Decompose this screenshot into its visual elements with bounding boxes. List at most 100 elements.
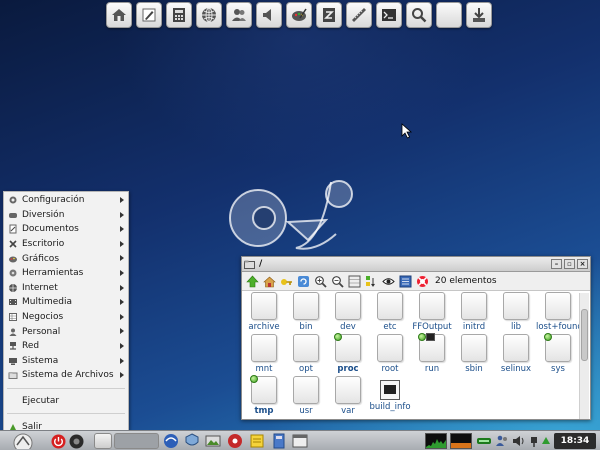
- menu-button[interactable]: [10, 433, 36, 449]
- file-item[interactable]: opt: [284, 334, 328, 374]
- menu-item-herramientas[interactable]: Herramientas: [4, 266, 128, 281]
- file-item[interactable]: dev: [326, 292, 370, 332]
- close-button[interactable]: ×: [577, 259, 588, 269]
- blank-launcher[interactable]: [436, 2, 462, 28]
- volume-launcher[interactable]: [256, 2, 282, 28]
- scrollbar-thumb[interactable]: [581, 309, 588, 361]
- menu-item-configuracion[interactable]: Configuración: [4, 193, 128, 208]
- menu-item-label: Herramientas: [22, 268, 84, 279]
- file-label: etc: [383, 322, 397, 332]
- mouse-cursor-icon: [401, 123, 413, 139]
- file-item[interactable]: archive: [242, 292, 286, 332]
- browser-task[interactable]: [162, 433, 180, 449]
- menu-item-red[interactable]: Red: [4, 339, 128, 354]
- minimize-button[interactable]: –: [551, 259, 562, 269]
- paint-launcher[interactable]: [286, 2, 312, 28]
- search-launcher[interactable]: [406, 2, 432, 28]
- file-item[interactable]: root: [368, 334, 412, 374]
- browser-launcher[interactable]: [196, 2, 222, 28]
- menu-item-label: Configuración: [22, 195, 85, 206]
- file-item[interactable]: lost+found: [536, 292, 583, 332]
- file-item[interactable]: bin: [284, 292, 328, 332]
- file-item[interactable]: mnt: [242, 334, 286, 374]
- menu-item-diversion[interactable]: Diversión: [4, 208, 128, 223]
- file-item[interactable]: tmp: [242, 375, 286, 416]
- file-item[interactable]: etc: [368, 292, 412, 332]
- zoom-out-icon[interactable]: [330, 274, 344, 288]
- desktop-pager-2[interactable]: [114, 433, 159, 449]
- terminal-launcher[interactable]: [376, 2, 402, 28]
- update-tray[interactable]: [541, 433, 551, 449]
- network-tray[interactable]: [476, 433, 492, 449]
- install-launcher[interactable]: [466, 2, 492, 28]
- home-launcher[interactable]: [106, 2, 132, 28]
- file-item[interactable]: selinux: [494, 334, 538, 374]
- submenu-arrow-icon: [120, 328, 124, 335]
- file-item[interactable]: initrd: [452, 292, 496, 332]
- zeditor-launcher[interactable]: [316, 2, 342, 28]
- file-item[interactable]: proc: [326, 333, 370, 374]
- cpu-monitor[interactable]: [425, 433, 447, 449]
- submenu-arrow-icon: [120, 255, 124, 262]
- menu-item-escritorio[interactable]: Escritorio: [4, 237, 128, 252]
- calculator-icon: [273, 433, 285, 449]
- list-view-icon[interactable]: [398, 274, 412, 288]
- menu-item-personal[interactable]: Personal: [4, 324, 128, 339]
- sort-icon[interactable]: [364, 274, 378, 288]
- menu-item-label: Multimedia: [22, 297, 73, 308]
- desktop-pager-1[interactable]: [94, 433, 112, 449]
- help-lifebuoy-icon[interactable]: [415, 274, 429, 288]
- file-item[interactable]: sys: [536, 333, 580, 374]
- menu-item-label: Sistema: [22, 355, 59, 366]
- lock-button[interactable]: [68, 433, 84, 449]
- cpu-graph-icon: [426, 439, 446, 448]
- menu-item-ejecutar[interactable]: Ejecutar: [4, 394, 128, 409]
- app-task-6[interactable]: [270, 433, 288, 449]
- menu-item-sistema-de-archivos[interactable]: Sistema de Archivos: [4, 368, 128, 383]
- tools-icon: [8, 268, 18, 278]
- clock[interactable]: 18:34: [554, 433, 596, 449]
- file-item[interactable]: FFOutput: [410, 292, 454, 332]
- file-item[interactable]: sbin: [452, 334, 496, 374]
- menu-item-multimedia[interactable]: Multimedia: [4, 295, 128, 310]
- submenu-arrow-icon: [120, 197, 124, 203]
- app-task-4[interactable]: [226, 433, 244, 449]
- grid-view-icon[interactable]: [347, 274, 361, 288]
- refresh-icon[interactable]: [296, 274, 310, 288]
- menu-item-internet[interactable]: Internet: [4, 281, 128, 296]
- zoom-in-icon[interactable]: [313, 274, 327, 288]
- app-task-3[interactable]: [204, 433, 222, 449]
- draw-launcher[interactable]: [346, 2, 372, 28]
- power-tray[interactable]: [529, 433, 539, 449]
- memory-graph-icon: [451, 443, 471, 448]
- eye-icon[interactable]: [381, 274, 395, 288]
- calculator-launcher[interactable]: [166, 2, 192, 28]
- contacts-launcher[interactable]: [226, 2, 252, 28]
- file-item[interactable]: var: [326, 376, 370, 416]
- menu-item-graficos[interactable]: Gráficos: [4, 251, 128, 266]
- menu-item-documentos[interactable]: Documentos: [4, 222, 128, 237]
- file-item[interactable]: run: [410, 333, 454, 374]
- app-task-2[interactable]: [183, 433, 201, 449]
- bookmarks-icon[interactable]: [279, 274, 293, 288]
- maximize-button[interactable]: ▫: [564, 259, 575, 269]
- home-icon[interactable]: [262, 274, 276, 288]
- file-item[interactable]: usr: [284, 376, 328, 416]
- users-tray[interactable]: [495, 433, 509, 449]
- system-icon: [8, 356, 18, 366]
- menu-item-sistema[interactable]: Sistema: [4, 354, 128, 369]
- file-item[interactable]: build_info: [368, 376, 412, 412]
- vertical-scrollbar[interactable]: [579, 293, 589, 419]
- file-item[interactable]: lib: [494, 292, 538, 332]
- menu-item-negocios[interactable]: Negocios: [4, 310, 128, 325]
- window-titlebar[interactable]: / – ▫ ×: [242, 257, 590, 272]
- app-task-5[interactable]: [248, 433, 266, 449]
- file-label: lost+found: [536, 322, 583, 332]
- memory-monitor[interactable]: [450, 433, 472, 449]
- volume-tray[interactable]: [512, 433, 526, 449]
- up-arrow-icon[interactable]: [245, 274, 259, 288]
- paint-icon: [292, 8, 307, 21]
- shutdown-button[interactable]: [50, 433, 66, 449]
- file-manager-task[interactable]: [291, 433, 309, 449]
- editor-launcher[interactable]: [136, 2, 162, 28]
